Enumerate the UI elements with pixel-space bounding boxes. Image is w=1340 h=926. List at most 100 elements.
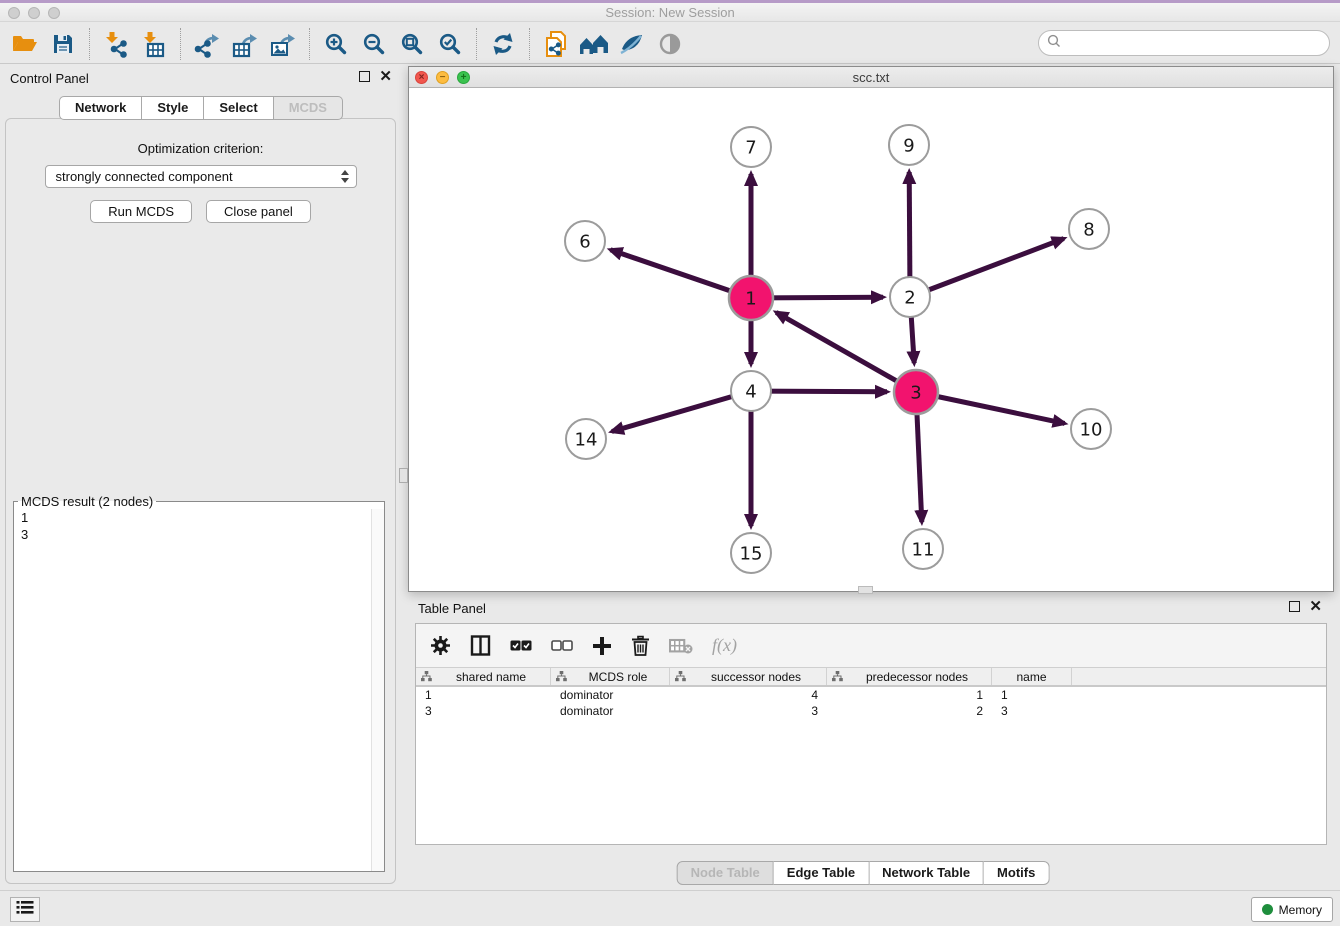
select-all-icon[interactable] [510, 639, 532, 652]
zoom-fit-icon[interactable] [393, 27, 431, 61]
import-table-icon[interactable] [135, 27, 173, 61]
zoom-in-icon[interactable] [317, 27, 355, 61]
graph-edge-4-14[interactable] [612, 391, 751, 432]
graph-node-8[interactable]: 8 [1069, 209, 1109, 249]
add-icon[interactable] [592, 636, 612, 656]
criterion-select[interactable]: strongly connected component [45, 165, 357, 188]
app-title: Session: New Session [0, 5, 1340, 20]
toggle-graphics-icon[interactable] [613, 27, 651, 61]
float-panel-icon[interactable] [359, 71, 370, 82]
cell-name[interactable]: 3 [992, 703, 1072, 719]
graph-edge-2-8[interactable] [910, 239, 1064, 297]
tab-mcds[interactable]: MCDS [274, 96, 343, 120]
svg-text:4: 4 [745, 381, 756, 402]
import-network-icon[interactable] [97, 27, 135, 61]
tab-network[interactable]: Network [59, 96, 142, 120]
column-header-successor_nodes[interactable]: successor nodes [670, 668, 827, 685]
column-header-shared_name[interactable]: shared name [416, 668, 551, 685]
home-icon[interactable] [575, 27, 613, 61]
table-row[interactable]: 1dominator411 [416, 687, 1326, 703]
column-header-mcds_role[interactable]: MCDS role [551, 668, 670, 685]
graph-node-4[interactable]: 4 [731, 371, 771, 411]
task-history-button[interactable] [10, 897, 40, 922]
cell-predecessor_nodes[interactable]: 1 [827, 687, 992, 703]
control-panel-tabs: NetworkStyleSelectMCDS [59, 96, 343, 120]
cell-predecessor_nodes[interactable]: 2 [827, 703, 992, 719]
control-panel-header: Control Panel ✕ [0, 64, 402, 90]
main-toolbar [0, 25, 1340, 64]
float-table-panel-icon[interactable] [1289, 601, 1300, 612]
network-window-titlebar[interactable]: × − + scc.txt [409, 67, 1333, 88]
search-box [1038, 30, 1330, 56]
svg-text:2: 2 [904, 287, 915, 308]
cell-name[interactable]: 1 [992, 687, 1072, 703]
network-canvas[interactable]: 7 9 6 8 1 2 4 3 14 10 15 11 [409, 89, 1333, 591]
export-network-icon[interactable] [188, 27, 226, 61]
memory-status-icon [1262, 904, 1273, 915]
task-list-icon [16, 900, 34, 920]
tab-select[interactable]: Select [204, 96, 273, 120]
cell-successor_nodes[interactable]: 4 [670, 687, 827, 703]
table-tabs: Node TableEdge TableNetwork TableMotifs [677, 861, 1050, 885]
export-table-icon[interactable] [226, 27, 264, 61]
graph-node-1[interactable]: 1 [729, 276, 773, 320]
cell-mcds_role[interactable]: dominator [551, 687, 670, 703]
mcds-result-node: 3 [14, 526, 371, 543]
graph-node-15[interactable]: 15 [731, 533, 771, 573]
open-file-icon[interactable] [6, 27, 44, 61]
cell-shared_name[interactable]: 3 [416, 703, 551, 719]
svg-text:3: 3 [910, 382, 921, 403]
tab-node-table[interactable]: Node Table [677, 861, 774, 885]
fx-icon: f(x) [712, 635, 737, 656]
tab-motifs[interactable]: Motifs [984, 861, 1049, 885]
columns-icon[interactable] [470, 635, 491, 656]
control-panel-title: Control Panel [10, 71, 89, 86]
toolbar-separator [309, 28, 310, 60]
graph-node-3[interactable]: 3 [894, 370, 938, 414]
vertical-split-grip[interactable] [399, 468, 408, 483]
graph-node-2[interactable]: 2 [890, 277, 930, 317]
graph-node-10[interactable]: 10 [1071, 409, 1111, 449]
refresh-layout-icon[interactable] [484, 27, 522, 61]
export-image-icon[interactable] [264, 27, 302, 61]
tab-edge-table[interactable]: Edge Table [774, 861, 869, 885]
close-table-panel-icon[interactable]: ✕ [1309, 601, 1322, 612]
graph-edge-3-1[interactable] [776, 312, 916, 392]
gear-icon[interactable] [430, 635, 451, 656]
zoom-out-icon[interactable] [355, 27, 393, 61]
graph-node-7[interactable]: 7 [731, 127, 771, 167]
application-window: Session: New Session Control Panel ✕ Net… [0, 0, 1340, 926]
cell-successor_nodes[interactable]: 3 [670, 703, 827, 719]
mcds-result-list[interactable]: 13 [14, 509, 371, 871]
trash-icon[interactable] [631, 635, 650, 656]
cell-shared_name[interactable]: 1 [416, 687, 551, 703]
svg-text:10: 10 [1080, 419, 1103, 440]
graph-node-6[interactable]: 6 [565, 221, 605, 261]
control-panel: Control Panel ✕ NetworkStyleSelectMCDS O… [0, 64, 402, 890]
save-session-icon[interactable] [44, 27, 82, 61]
close-panel-button[interactable]: Close panel [206, 200, 311, 223]
tab-network-table[interactable]: Network Table [869, 861, 984, 885]
run-mcds-button[interactable]: Run MCDS [90, 200, 192, 223]
toolbar-separator [180, 28, 181, 60]
cell-mcds_role[interactable]: dominator [551, 703, 670, 719]
zoom-selected-icon[interactable] [431, 27, 469, 61]
result-scrollbar[interactable] [371, 509, 384, 871]
svg-text:11: 11 [912, 539, 935, 560]
graph-node-9[interactable]: 9 [889, 125, 929, 165]
column-header-predecessor_nodes[interactable]: predecessor nodes [827, 668, 992, 685]
close-panel-icon[interactable]: ✕ [379, 71, 392, 82]
deselect-all-icon[interactable] [551, 639, 573, 652]
memory-button[interactable]: Memory [1251, 897, 1333, 922]
graph-node-11[interactable]: 11 [903, 529, 943, 569]
table-row[interactable]: 3dominator323 [416, 703, 1326, 719]
horizontal-split-grip[interactable] [858, 586, 873, 594]
criterion-value: strongly connected component [56, 169, 233, 184]
graph-node-14[interactable]: 14 [566, 419, 606, 459]
column-header-name[interactable]: name [992, 668, 1072, 685]
mcds-tab-content: Optimization criterion: strongly connect… [5, 118, 396, 884]
table-panel-title: Table Panel [418, 601, 486, 616]
duplicate-network-icon[interactable] [537, 27, 575, 61]
search-input[interactable] [1061, 32, 1329, 54]
tab-style[interactable]: Style [142, 96, 204, 120]
